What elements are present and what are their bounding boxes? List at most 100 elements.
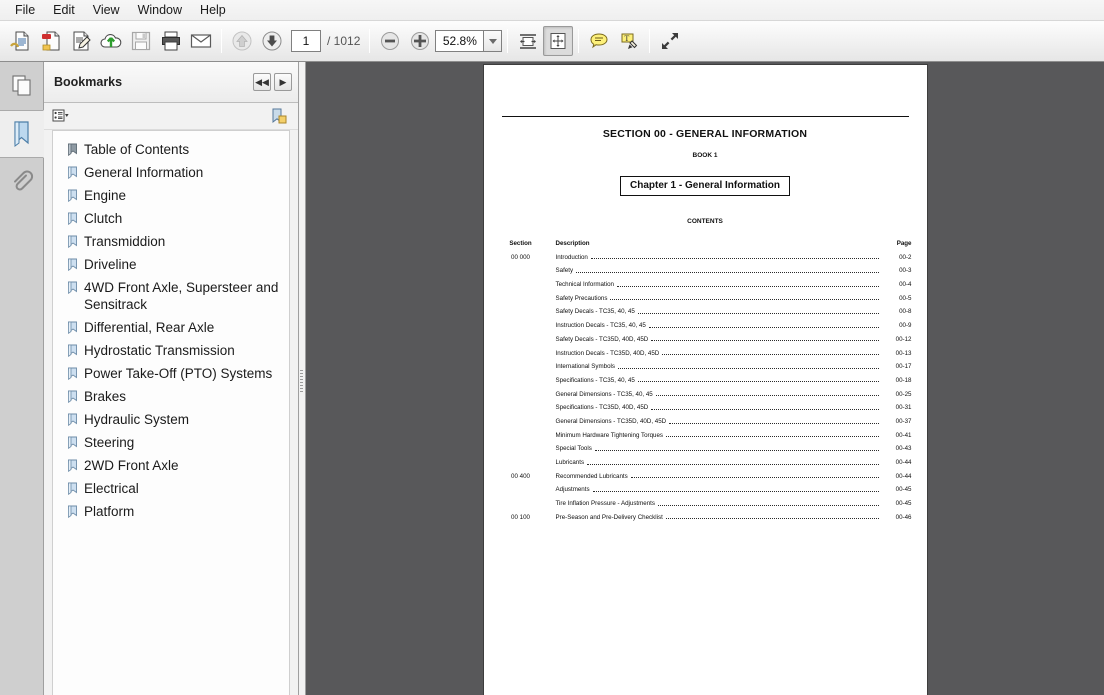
bookmark-item[interactable]: Hydraulic System xyxy=(53,408,289,431)
row-page: 00-4 xyxy=(899,281,912,289)
menu-file[interactable]: File xyxy=(6,0,44,20)
bookmark-item[interactable]: Clutch xyxy=(53,207,289,230)
bookmark-flag-icon xyxy=(67,212,78,225)
print-icon[interactable] xyxy=(156,26,186,56)
menu-view[interactable]: View xyxy=(84,0,129,20)
table-row: 00 400 Recommended Lubricants 00-44 xyxy=(484,466,927,480)
bookmark-item[interactable]: Steering xyxy=(53,431,289,454)
zoom-dropdown-arrow-icon[interactable] xyxy=(483,30,503,52)
book-label: BOOK 1 xyxy=(692,152,718,159)
row-page: 00-2 xyxy=(899,253,912,261)
row-page: 00-5 xyxy=(899,294,912,302)
row-description: International Symbols xyxy=(555,363,616,371)
row-page: 00-37 xyxy=(895,417,912,425)
expand-panel-button[interactable]: ▶ xyxy=(274,73,292,91)
row-section xyxy=(484,315,552,329)
row-description: Safety Decals - TC35D, 40D, 45D xyxy=(555,335,649,343)
bookmark-item[interactable]: Table of Contents xyxy=(53,138,289,161)
zoom-out-button[interactable] xyxy=(375,26,405,56)
bookmark-flag-icon xyxy=(67,413,78,426)
page-number-input[interactable]: 1 xyxy=(291,30,321,52)
bookmark-item[interactable]: 2WD Front Axle xyxy=(53,454,289,477)
table-row: Safety Precautions 00-5 xyxy=(484,288,927,302)
row-section xyxy=(484,411,552,425)
bookmark-label: Table of Contents xyxy=(84,142,190,157)
menu-help[interactable]: Help xyxy=(191,0,235,20)
bookmark-label: Power Take-Off (PTO) Systems xyxy=(84,366,273,381)
row-page: 00-25 xyxy=(895,390,912,398)
bookmark-label: Engine xyxy=(84,188,127,203)
upload-cloud-icon[interactable] xyxy=(96,26,126,56)
zoom-in-button[interactable] xyxy=(405,26,435,56)
menu-edit[interactable]: Edit xyxy=(44,0,84,20)
bookmark-label: Brakes xyxy=(84,389,127,404)
svg-text:T: T xyxy=(625,34,630,43)
previous-page-button[interactable] xyxy=(227,26,257,56)
bookmark-item[interactable]: Brakes xyxy=(53,385,289,408)
highlight-text-icon[interactable]: T xyxy=(614,26,644,56)
leader-dots xyxy=(587,463,879,465)
fullscreen-button[interactable] xyxy=(655,26,685,56)
collapse-panel-button[interactable]: ◀◀ xyxy=(253,73,271,91)
leader-dots xyxy=(666,436,879,438)
bookmark-item[interactable]: 4WD Front Axle, Supersteer and Sensitrac… xyxy=(53,276,289,316)
table-row: Safety Decals - TC35, 40, 45 00-8 xyxy=(484,302,927,316)
open-file-icon[interactable] xyxy=(6,26,36,56)
page-header-rule xyxy=(501,116,909,117)
fit-width-button[interactable] xyxy=(513,26,543,56)
bookmark-flag-icon xyxy=(67,344,78,357)
edit-pdf-icon[interactable] xyxy=(66,26,96,56)
bookmarks-list-container[interactable]: Table of Contents General Information En… xyxy=(52,130,290,695)
row-description: Adjustments xyxy=(555,486,590,494)
menu-window[interactable]: Window xyxy=(129,0,191,20)
table-row: Specifications - TC35D, 40D, 45D 00-31 xyxy=(484,398,927,411)
toolbar-separator xyxy=(221,29,222,53)
row-section xyxy=(484,452,552,466)
page-thumbnails-icon[interactable] xyxy=(0,62,43,110)
bookmark-flag-icon xyxy=(67,281,78,294)
row-section xyxy=(484,357,552,371)
row-description: Safety Precautions xyxy=(555,294,608,302)
expand-current-bookmark-icon[interactable] xyxy=(268,106,290,126)
bookmark-item[interactable]: Differential, Rear Axle xyxy=(53,316,289,339)
bookmark-item[interactable]: Platform xyxy=(53,500,289,523)
save-icon[interactable] xyxy=(126,26,156,56)
document-viewer[interactable]: SECTION 00 - GENERAL INFORMATION BOOK 1 … xyxy=(306,62,1104,695)
page-title: SECTION 00 - GENERAL INFORMATION xyxy=(602,128,808,140)
row-description: Recommended Lubricants xyxy=(555,472,628,480)
email-icon[interactable] xyxy=(186,26,216,56)
bookmark-item[interactable]: Driveline xyxy=(53,253,289,276)
bookmark-label: 2WD Front Axle xyxy=(84,458,179,473)
row-description: Safety Decals - TC35, 40, 45 xyxy=(555,308,635,316)
bookmark-item[interactable]: Engine xyxy=(53,184,289,207)
bookmarks-icon[interactable] xyxy=(0,110,44,158)
zoom-level-input[interactable]: 52.8% xyxy=(435,30,484,52)
chapter-title-box: Chapter 1 - General Information xyxy=(619,176,791,196)
row-page: 00-12 xyxy=(895,335,912,343)
row-section xyxy=(484,288,552,302)
leader-dots xyxy=(610,299,879,301)
leader-dots xyxy=(594,449,879,451)
row-section xyxy=(484,329,552,343)
row-description: Pre-Season and Pre-Delivery Checklist xyxy=(555,513,663,521)
sticky-note-icon[interactable] xyxy=(584,26,614,56)
next-page-button[interactable] xyxy=(257,26,287,56)
panel-splitter[interactable] xyxy=(299,62,306,695)
bookmark-options-icon[interactable] xyxy=(50,106,72,126)
bookmarks-list: Table of Contents General Information En… xyxy=(53,131,289,523)
table-row: 00 000 Introduction 00-2 xyxy=(484,247,927,261)
row-page: 00-41 xyxy=(895,431,912,439)
bookmark-flag-icon xyxy=(67,143,78,156)
bookmark-item[interactable]: General Information xyxy=(53,161,289,184)
row-page: 00-17 xyxy=(895,363,912,371)
attachments-icon[interactable] xyxy=(0,158,43,206)
row-section: 00 100 xyxy=(511,513,530,521)
row-page: 00-44 xyxy=(895,472,912,480)
bookmark-item[interactable]: Transmiddion xyxy=(53,230,289,253)
create-pdf-icon[interactable] xyxy=(36,26,66,56)
bookmark-item[interactable]: Power Take-Off (PTO) Systems xyxy=(53,362,289,385)
table-row: Lubricants 00-44 xyxy=(484,452,927,466)
fit-page-button[interactable] xyxy=(543,26,574,56)
bookmark-item[interactable]: Electrical xyxy=(53,477,289,500)
bookmark-item[interactable]: Hydrostatic Transmission xyxy=(53,339,289,362)
